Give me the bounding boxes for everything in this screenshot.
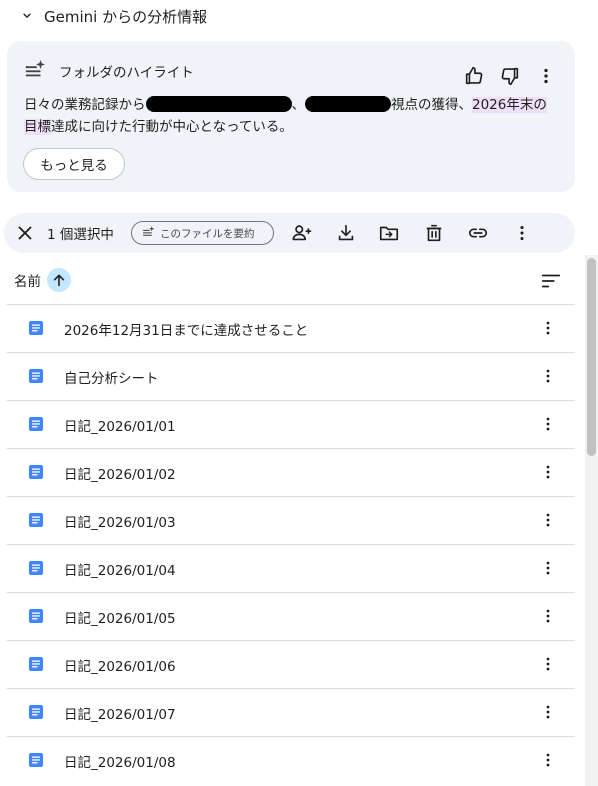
google-docs-icon: [28, 656, 44, 672]
google-docs-icon: [28, 752, 44, 768]
file-name: 日記_2026/01/04: [64, 563, 176, 579]
file-name: 日記_2026/01/01: [64, 419, 176, 435]
highlight-summary-text: 日々の業務記録から 、 視点の獲得、2026年末の目標達成に向けた行動が中心となって…: [24, 94, 554, 138]
scrollbar-thumb[interactable]: [587, 258, 596, 456]
summarize-label: このファイルを要約: [160, 227, 255, 240]
folder-highlight-card: フォルダのハイライト 日々の業務記録から 、 視点の獲得、2026年末の目標達成に向…: [7, 41, 575, 192]
file-name: 2026年12月31日までに達成させること: [64, 323, 309, 339]
share-person-add-icon[interactable]: [291, 222, 313, 244]
file-row[interactable]: 日記_2026/01/05: [7, 592, 575, 640]
summary-text-segment: 視点の獲得、: [391, 97, 472, 113]
google-docs-icon: [28, 464, 44, 480]
show-more-button[interactable]: もっと見る: [23, 148, 125, 180]
more-vert-icon[interactable]: [538, 318, 558, 338]
file-row[interactable]: 2026年12月31日までに達成させること: [7, 304, 575, 352]
sparkle-list-icon: [142, 225, 155, 241]
more-vert-icon[interactable]: [538, 414, 558, 434]
card-title-row: フォルダのハイライト: [24, 58, 194, 84]
more-vert-icon[interactable]: [538, 702, 558, 722]
file-row[interactable]: 日記_2026/01/04: [7, 544, 575, 592]
file-name: 日記_2026/01/07: [64, 707, 176, 723]
file-name: 日記_2026/01/08: [64, 755, 176, 771]
more-vert-icon[interactable]: [538, 462, 558, 482]
drive-folder-view: Gemini からの分析情報 フォルダのハイライト 日々の業務記録から 、 視点…: [0, 0, 598, 786]
file-name: 日記_2026/01/02: [64, 467, 176, 483]
redaction-mark: [145, 96, 292, 112]
google-docs-icon: [28, 608, 44, 624]
file-row[interactable]: 日記_2026/01/08: [7, 736, 575, 784]
move-to-folder-icon[interactable]: [378, 222, 400, 244]
chevron-down-icon: [20, 9, 34, 23]
more-vert-icon[interactable]: [538, 510, 558, 530]
more-vert-icon[interactable]: [538, 654, 558, 674]
download-icon[interactable]: [335, 222, 357, 244]
file-name: 日記_2026/01/03: [64, 515, 176, 531]
file-row[interactable]: 自己分析シート: [7, 352, 575, 400]
file-name: 日記_2026/01/05: [64, 611, 176, 627]
file-row[interactable]: 日記_2026/01/07: [7, 688, 575, 736]
file-row[interactable]: 日記_2026/01/06: [7, 640, 575, 688]
summarize-file-button[interactable]: このファイルを要約: [131, 221, 274, 245]
more-vert-icon[interactable]: [538, 558, 558, 578]
google-docs-icon: [28, 512, 44, 528]
redaction-mark: [305, 96, 391, 112]
selection-toolbar: 1 個選択中 このファイルを要約: [4, 213, 575, 253]
gemini-insights-header[interactable]: Gemini からの分析情報: [20, 4, 207, 28]
more-vert-icon[interactable]: [538, 606, 558, 626]
name-column-header[interactable]: 名前: [14, 268, 71, 292]
more-vert-icon[interactable]: [511, 222, 533, 244]
summary-text-segment: 達成に向けた行動が中心となっている。: [51, 119, 293, 135]
google-docs-icon: [28, 704, 44, 720]
summary-text-segment: 日々の業務記録から: [24, 97, 146, 113]
trash-icon[interactable]: [423, 222, 445, 244]
thumbs-down-icon[interactable]: [499, 65, 521, 87]
close-icon[interactable]: [14, 222, 36, 244]
file-name: 日記_2026/01/06: [64, 659, 176, 675]
selected-count: 1 個選択中: [47, 227, 114, 243]
feedback-actions: [463, 65, 557, 87]
file-list: 2026年12月31日までに達成させること 自己分析シート日記_2026/01/0…: [7, 304, 575, 784]
more-vert-icon[interactable]: [535, 65, 557, 87]
file-row[interactable]: 日記_2026/01/03: [7, 496, 575, 544]
gemini-header-title: Gemini からの分析情報: [44, 7, 208, 26]
card-title: フォルダのハイライト: [59, 65, 194, 81]
google-docs-icon: [28, 560, 44, 576]
more-vert-icon[interactable]: [538, 366, 558, 386]
summary-text-segment: 、: [291, 97, 306, 113]
sparkle-list-icon: [24, 58, 46, 84]
google-docs-icon: [28, 416, 44, 432]
link-icon[interactable]: [467, 222, 489, 244]
file-row[interactable]: 日記_2026/01/01: [7, 400, 575, 448]
thumbs-up-icon[interactable]: [463, 65, 485, 87]
name-column-label: 名前: [14, 274, 41, 290]
file-name: 自己分析シート: [64, 371, 159, 387]
google-docs-icon: [28, 368, 44, 384]
arrow-up-icon[interactable]: [47, 268, 71, 292]
sort-options-icon[interactable]: [540, 270, 562, 292]
more-vert-icon[interactable]: [538, 750, 558, 770]
google-docs-icon: [28, 320, 44, 336]
highlighted-phrase: 目標: [24, 119, 51, 135]
file-row[interactable]: 日記_2026/01/02: [7, 448, 575, 496]
highlighted-phrase: 2026年末の: [472, 97, 547, 113]
